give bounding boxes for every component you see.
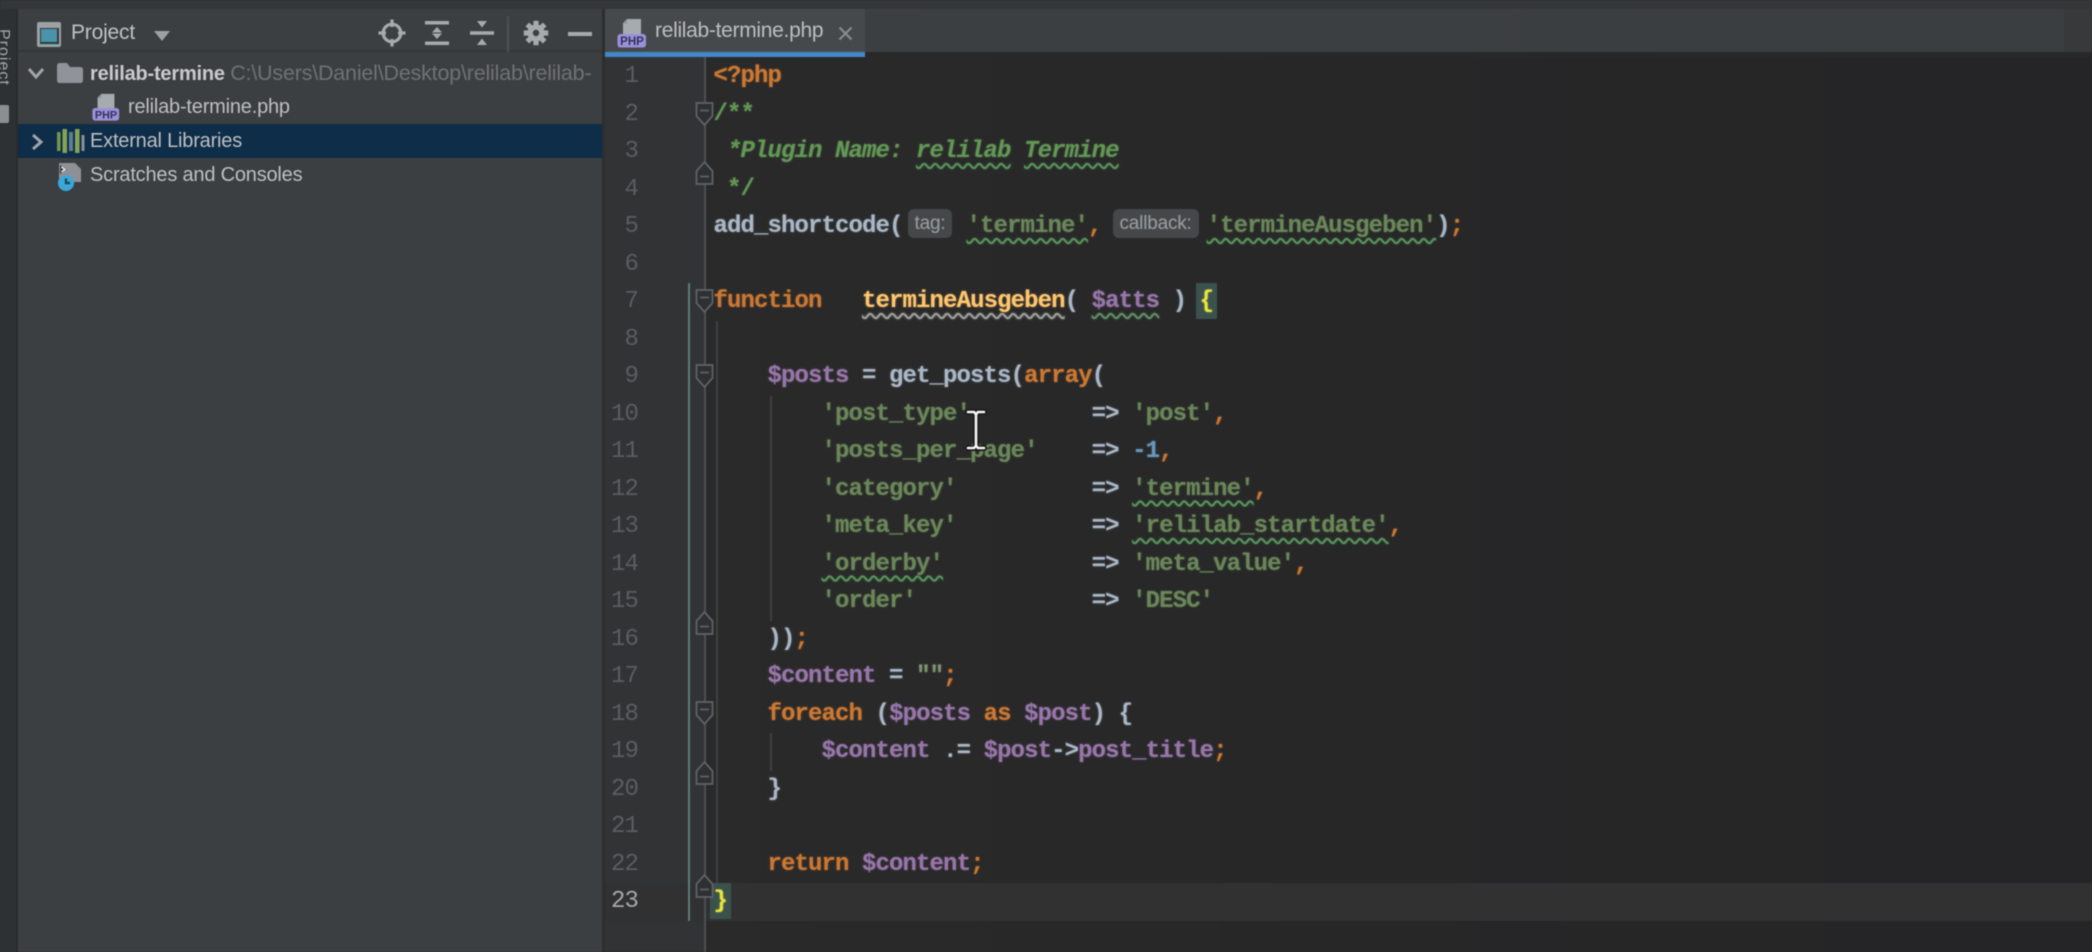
svg-text:PHP: PHP <box>620 36 644 48</box>
